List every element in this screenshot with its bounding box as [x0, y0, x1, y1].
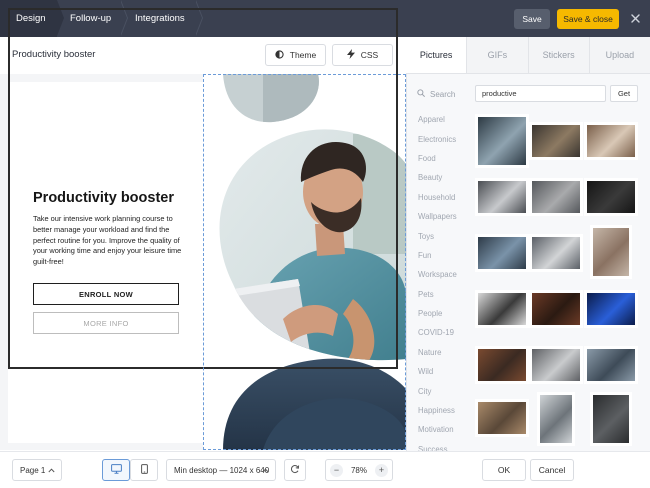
- lightning-icon: [346, 49, 355, 61]
- theme-label: Theme: [289, 50, 317, 60]
- search-label-text: Search: [430, 89, 456, 99]
- thumbnail-image[interactable]: [478, 402, 526, 434]
- tab-gifs[interactable]: GIFs: [466, 37, 528, 73]
- thumbnail-image[interactable]: [532, 293, 580, 325]
- tab-upload[interactable]: Upload: [588, 37, 650, 73]
- category-item[interactable]: Apparel: [418, 110, 474, 129]
- search-icon: [417, 89, 425, 99]
- more-info-button[interactable]: MORE INFO: [33, 312, 179, 334]
- category-item[interactable]: Pets: [418, 285, 474, 304]
- thumbnail-image[interactable]: [532, 349, 580, 381]
- thumbnail-image[interactable]: [587, 181, 635, 213]
- image-search-input[interactable]: productive: [475, 85, 606, 102]
- zoom-out-button[interactable]: −: [330, 463, 343, 477]
- desktop-view-button[interactable]: [102, 459, 130, 481]
- thumbnail-image[interactable]: [478, 293, 526, 325]
- css-label: CSS: [360, 50, 379, 60]
- monitor-icon: [110, 464, 122, 476]
- step-integrations[interactable]: Integrations: [121, 0, 203, 37]
- media-tabs: Pictures GIFs Stickers Upload: [406, 37, 650, 74]
- close-icon[interactable]: [627, 10, 643, 27]
- zoom-level: 78%: [350, 465, 367, 475]
- thumbnail-image[interactable]: [587, 125, 635, 157]
- rotate-icon: [290, 464, 300, 476]
- category-item[interactable]: City: [418, 381, 474, 400]
- popup-image[interactable]: [203, 74, 406, 450]
- top-bar: Design Follow-up Integrations Save Save …: [0, 0, 650, 37]
- enroll-now-button[interactable]: ENROLL NOW: [33, 283, 179, 305]
- category-item[interactable]: Household: [418, 188, 474, 207]
- thumbnail-image[interactable]: [478, 181, 526, 213]
- category-item[interactable]: Success: [418, 440, 474, 451]
- category-item[interactable]: Electronics: [418, 129, 474, 148]
- category-item[interactable]: People: [418, 304, 474, 323]
- category-item[interactable]: Wallpapers: [418, 207, 474, 226]
- screen-size-select[interactable]: Min desktop — 1024 x 640: [166, 459, 276, 481]
- zoom-in-button[interactable]: +: [374, 463, 388, 477]
- thumbnail-image[interactable]: [587, 293, 635, 325]
- thumbnail-image[interactable]: [532, 181, 580, 213]
- cancel-button[interactable]: Cancel: [530, 459, 574, 481]
- chevron-up-icon: [262, 466, 269, 475]
- category-item[interactable]: Happiness: [418, 401, 474, 420]
- wizard-steps: Design Follow-up Integrations: [0, 0, 203, 37]
- ok-button[interactable]: OK: [482, 459, 526, 481]
- chevron-up-icon: [48, 466, 55, 475]
- popup-name: Productivity booster: [12, 49, 96, 60]
- tab-pictures[interactable]: Pictures: [406, 37, 467, 73]
- category-item[interactable]: Wild: [418, 362, 474, 381]
- step-follow-up[interactable]: Follow-up: [57, 0, 128, 37]
- theme-button[interactable]: Theme: [265, 44, 326, 66]
- thumbnail-image[interactable]: [478, 349, 526, 381]
- step-chevron-fill: [120, 0, 127, 36]
- popup-heading[interactable]: Productivity booster: [33, 190, 174, 206]
- zoom-control: − 78% +: [325, 459, 393, 481]
- thumbnail-image[interactable]: [478, 237, 526, 269]
- rotate-button[interactable]: [284, 459, 306, 481]
- category-item[interactable]: Beauty: [418, 168, 474, 187]
- mobile-view-button[interactable]: [130, 459, 158, 481]
- thumbnail-image[interactable]: [593, 395, 629, 443]
- step-chevron: [57, 0, 64, 36]
- thumbnail-image[interactable]: [540, 395, 572, 443]
- category-item[interactable]: COVID-19: [418, 323, 474, 342]
- tab-stickers[interactable]: Stickers: [527, 37, 589, 73]
- contrast-icon: [275, 49, 284, 61]
- thumbnail-image[interactable]: [593, 228, 629, 276]
- category-list: Apparel Electronics Food Beauty Household Wal…: [418, 110, 474, 451]
- category-item[interactable]: Toys: [418, 226, 474, 245]
- category-item[interactable]: Motivation: [418, 420, 474, 439]
- save-button[interactable]: Save: [514, 9, 550, 29]
- thumbnail-image[interactable]: [587, 349, 635, 381]
- thumbnail-image[interactable]: [478, 117, 526, 165]
- page-select-value: Page 1: [20, 465, 46, 475]
- category-item[interactable]: Workspace: [418, 265, 474, 284]
- step-design[interactable]: Design: [0, 0, 64, 37]
- step-integrations-label: Integrations: [135, 13, 185, 24]
- css-button[interactable]: CSS: [332, 44, 393, 66]
- step-chevron-fill: [195, 0, 202, 36]
- category-item[interactable]: Food: [418, 149, 474, 168]
- thumbnail-image[interactable]: [532, 125, 580, 157]
- get-button[interactable]: Get: [610, 85, 638, 102]
- step-follow-up-label: Follow-up: [70, 13, 112, 24]
- page-select[interactable]: Page 1: [12, 459, 62, 481]
- popup-body-text[interactable]: Take our intensive work planning course …: [33, 214, 193, 268]
- category-item[interactable]: Fun: [418, 246, 474, 265]
- thumbnail-image[interactable]: [532, 237, 580, 269]
- screen-size-value: Min desktop — 1024 x 640: [174, 465, 270, 475]
- search-label: Search: [417, 86, 455, 102]
- step-design-label: Design: [16, 13, 46, 24]
- phone-icon: [140, 464, 148, 476]
- category-item[interactable]: Nature: [418, 343, 474, 362]
- save-and-close-button[interactable]: Save & close: [557, 9, 619, 29]
